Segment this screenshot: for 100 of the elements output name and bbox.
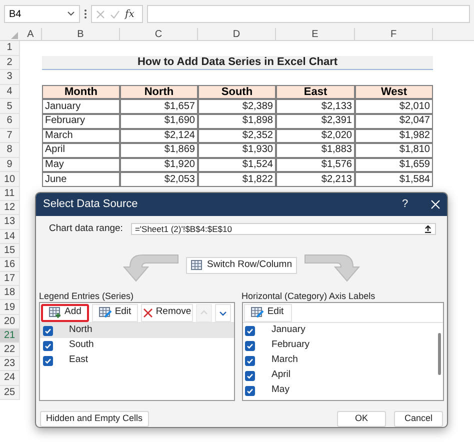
row-header[interactable]: 18 bbox=[0, 286, 20, 300]
table-cell: May bbox=[42, 158, 120, 172]
range-field[interactable]: ='Sheet1 (2)'!$B$4:$E$10 bbox=[130, 223, 436, 236]
row-header[interactable]: 25 bbox=[0, 386, 20, 400]
table-pencil-icon bbox=[98, 307, 112, 318]
collapse-icon[interactable] bbox=[424, 225, 432, 234]
row-header[interactable]: 10 bbox=[0, 172, 20, 187]
sheet-title: How to Add Data Series in Excel Chart bbox=[42, 56, 433, 70]
checkbox[interactable] bbox=[43, 340, 53, 350]
table-cell: $1,690 bbox=[120, 114, 198, 129]
column-header[interactable]: B bbox=[42, 28, 120, 40]
row-header[interactable]: 13 bbox=[0, 215, 20, 230]
category-name: March bbox=[272, 353, 298, 368]
table-cell: $1,869 bbox=[120, 143, 198, 158]
row-header[interactable]: 6 bbox=[0, 114, 20, 129]
table-cell: $1,659 bbox=[355, 158, 433, 172]
checkbox[interactable] bbox=[244, 340, 255, 350]
cell-reference: B4 bbox=[9, 8, 22, 22]
row-header[interactable]: 14 bbox=[0, 230, 20, 244]
column-header-cell: East bbox=[276, 84, 355, 100]
table-cell: March bbox=[42, 128, 120, 144]
row-header[interactable]: 24 bbox=[0, 371, 20, 386]
dialog-title: Select Data Source bbox=[43, 197, 139, 212]
row-header[interactable]: 19 bbox=[0, 300, 20, 315]
row-header[interactable]: 7 bbox=[0, 128, 20, 144]
column-header-cell: Month bbox=[42, 84, 120, 100]
table-cell: $1,930 bbox=[198, 143, 276, 158]
table-cell: $1,982 bbox=[355, 128, 433, 144]
checkbox[interactable] bbox=[244, 370, 255, 380]
row-header[interactable]: 2 bbox=[0, 56, 20, 70]
row-header[interactable]: 1 bbox=[0, 41, 20, 56]
edit-button[interactable]: Edit bbox=[92, 304, 138, 322]
row-header[interactable]: 4 bbox=[0, 84, 20, 100]
more-icon bbox=[84, 9, 87, 19]
switch-row-column-button[interactable]: Switch Row/Column bbox=[186, 256, 297, 274]
help-button[interactable]: ? bbox=[397, 196, 413, 213]
row-header[interactable]: 21 bbox=[0, 328, 20, 343]
series-name: North bbox=[69, 323, 92, 338]
row-header[interactable]: 17 bbox=[0, 272, 20, 286]
remove-icon bbox=[142, 308, 153, 318]
range-value: ='Sheet1 (2)'!$B$4:$E$10 bbox=[134, 222, 233, 236]
edit-button[interactable]: Edit bbox=[244, 304, 292, 322]
table-cell: $2,020 bbox=[276, 128, 355, 144]
scrollbar-thumb[interactable] bbox=[438, 333, 440, 375]
legend-entries-label: Legend Entries (Series) bbox=[39, 290, 135, 302]
row-header[interactable]: 22 bbox=[0, 343, 20, 358]
chevron-down-icon bbox=[67, 11, 75, 17]
column-header[interactable]: F bbox=[355, 28, 433, 40]
check-icon[interactable] bbox=[110, 10, 120, 18]
close-icon[interactable] bbox=[431, 200, 440, 209]
row-header[interactable]: 20 bbox=[0, 314, 20, 329]
formula-field[interactable] bbox=[147, 5, 470, 23]
ok-button[interactable]: OK bbox=[337, 411, 386, 427]
row-header[interactable]: 9 bbox=[0, 158, 20, 172]
triangle-icon bbox=[11, 32, 18, 39]
series-list-item[interactable]: North bbox=[40, 323, 234, 338]
table-cell: $2,389 bbox=[198, 99, 276, 114]
move-down-button[interactable] bbox=[215, 304, 231, 322]
series-list-item[interactable]: South bbox=[40, 338, 234, 353]
series-list-item[interactable]: East bbox=[40, 353, 234, 368]
category-name: May bbox=[272, 383, 290, 398]
category-name: January bbox=[272, 323, 306, 338]
row-header[interactable]: 15 bbox=[0, 244, 20, 258]
checkbox[interactable] bbox=[43, 326, 53, 336]
checkbox[interactable] bbox=[244, 386, 255, 396]
category-name: April bbox=[272, 368, 291, 382]
add-button[interactable]: Add bbox=[41, 304, 89, 322]
table-icon bbox=[191, 260, 204, 271]
row-header[interactable]: 12 bbox=[0, 201, 20, 216]
column-header[interactable]: C bbox=[120, 28, 198, 40]
table-cell: $2,124 bbox=[120, 128, 198, 144]
table-cell: $1,920 bbox=[120, 158, 198, 172]
table-cell: $2,391 bbox=[276, 114, 355, 129]
axis-labels-label: Horizontal (Category) Axis Labels bbox=[242, 290, 376, 302]
insert-function-label[interactable]: fx bbox=[125, 6, 134, 22]
column-header[interactable]: D bbox=[198, 28, 276, 40]
table-cell: $2,047 bbox=[355, 114, 433, 129]
hidden-empty-cells-button[interactable]: Hidden and Empty Cells bbox=[40, 411, 149, 427]
row-header[interactable]: 5 bbox=[0, 99, 20, 114]
row-header[interactable]: 23 bbox=[0, 357, 20, 372]
table-cell: $2,010 bbox=[355, 99, 433, 114]
column-header[interactable]: E bbox=[276, 28, 355, 40]
name-box[interactable]: B4 bbox=[4, 5, 80, 23]
table-cell: February bbox=[42, 114, 120, 129]
cancel-button[interactable]: Cancel bbox=[394, 411, 443, 427]
row-header[interactable]: 11 bbox=[0, 186, 20, 202]
checkbox[interactable] bbox=[244, 326, 255, 336]
checkbox[interactable] bbox=[43, 356, 53, 366]
checkbox[interactable] bbox=[244, 356, 255, 366]
row-header[interactable]: 3 bbox=[0, 70, 20, 85]
table-cell: $2,133 bbox=[276, 99, 355, 114]
table-plus-icon bbox=[48, 307, 62, 318]
table-cell: $2,352 bbox=[198, 128, 276, 144]
column-header[interactable]: A bbox=[20, 28, 42, 40]
column-header-cell: West bbox=[355, 84, 433, 100]
range-label: Chart data range: bbox=[49, 222, 123, 236]
row-header[interactable]: 8 bbox=[0, 143, 20, 158]
row-header[interactable]: 16 bbox=[0, 258, 20, 272]
table-cell: $1,576 bbox=[276, 158, 355, 172]
remove-button[interactable]: Remove bbox=[141, 304, 193, 322]
